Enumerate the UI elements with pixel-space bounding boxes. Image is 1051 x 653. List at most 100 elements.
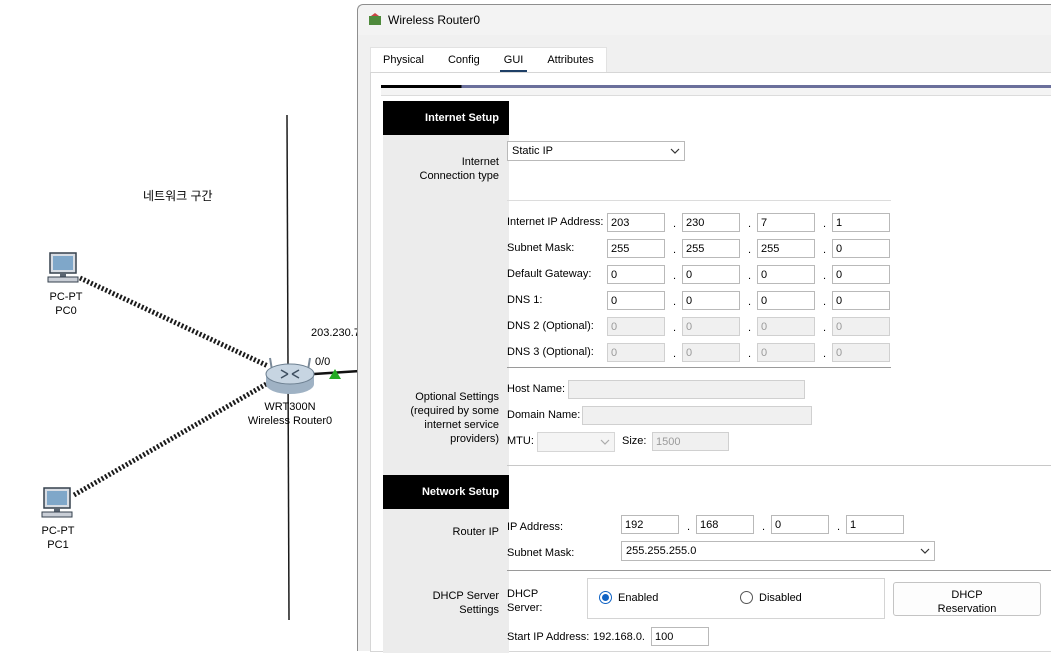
lan-subnet-mask-value: 255.255.255.0 xyxy=(626,545,697,557)
octet-separator: . xyxy=(748,218,752,230)
start-ip-prefix: 192.168.0. xyxy=(593,631,645,643)
start-ip-label: Start IP Address: xyxy=(507,631,590,643)
dns3-octet-3 xyxy=(757,343,815,362)
octet-separator: . xyxy=(673,322,677,334)
dns2-octet-2 xyxy=(682,317,740,336)
divider xyxy=(507,200,891,201)
dhcp-server-label: DHCP Server: xyxy=(507,588,543,614)
connection-type-value: Static IP xyxy=(512,145,553,157)
dhcp-reservation-button[interactable]: DHCP Reservation xyxy=(893,582,1041,616)
domain-name-label: Domain Name: xyxy=(507,409,581,421)
host-name-input xyxy=(568,380,805,399)
subnet-mask-octet-4[interactable] xyxy=(832,239,890,258)
gateway-octet-3[interactable] xyxy=(757,265,815,284)
dns1-octet-1[interactable] xyxy=(607,291,665,310)
tab-gui[interactable]: GUI xyxy=(492,48,536,73)
internet-ip-octet-3[interactable] xyxy=(757,213,815,232)
pc0-type: PC-PT xyxy=(49,291,83,303)
size-label: Size: xyxy=(622,435,647,447)
octet-separator: . xyxy=(673,218,677,230)
wireless-router-icon[interactable] xyxy=(264,356,316,396)
gateway-octet-1[interactable] xyxy=(607,265,665,284)
start-ip-input[interactable] xyxy=(651,627,709,646)
connection-type-select[interactable]: Static IP xyxy=(507,141,685,161)
router-ip-octet-1[interactable] xyxy=(621,515,679,534)
dns1-octet-2[interactable] xyxy=(682,291,740,310)
zone-label: 네트워크 구간 xyxy=(143,189,213,203)
router-name: Wireless Router0 xyxy=(247,415,333,427)
gui-subheader-bar xyxy=(381,88,1051,96)
router-ip-octet-3[interactable] xyxy=(771,515,829,534)
subnet-mask-octet-2[interactable] xyxy=(682,239,740,258)
mtu-select xyxy=(537,432,615,452)
internet-ip-octet-4[interactable] xyxy=(832,213,890,232)
lan-subnet-mask-select[interactable]: 255.255.255.0 xyxy=(621,541,935,561)
octet-separator: . xyxy=(673,348,677,360)
router-label: WRT300N Wireless Router0 xyxy=(244,400,336,428)
router-config-window[interactable]: Wireless Router0 Physical Config GUI Att… xyxy=(357,4,1051,653)
link-pc0-router xyxy=(78,275,270,369)
pc0-icon[interactable] xyxy=(46,251,80,285)
pc0-name: PC0 xyxy=(55,305,77,317)
gui-panel[interactable]: Internet Setup Internet Connection type … xyxy=(370,72,1051,653)
octet-separator: . xyxy=(748,270,752,282)
gateway-octet-2[interactable] xyxy=(682,265,740,284)
subnet-mask-label: Subnet Mask: xyxy=(507,242,575,254)
dns2-label: DNS 2 (Optional): xyxy=(507,320,594,332)
octet-separator: . xyxy=(673,244,677,256)
octet-separator: . xyxy=(748,322,752,334)
tab-attributes[interactable]: Attributes xyxy=(535,48,605,73)
octet-separator: . xyxy=(823,296,827,308)
pc1-name: PC1 xyxy=(47,539,69,551)
dhcp-enabled-radio[interactable] xyxy=(599,591,612,604)
router-model: WRT300N xyxy=(264,401,316,413)
dhcp-enabled-label: Enabled xyxy=(618,592,659,604)
chevron-down-icon xyxy=(920,548,930,554)
router-ip-octet-4[interactable] xyxy=(846,515,904,534)
host-name-label: Host Name: xyxy=(507,383,566,395)
dns1-octet-4[interactable] xyxy=(832,291,890,310)
octet-separator: . xyxy=(837,521,841,533)
subnet-mask-octet-3[interactable] xyxy=(757,239,815,258)
octet-separator: . xyxy=(762,521,766,533)
dns2-octet-3 xyxy=(757,317,815,336)
internet-ip-octet-2[interactable] xyxy=(682,213,740,232)
ip-address-label: IP Address: xyxy=(507,521,564,533)
dhcp-disabled-radio[interactable] xyxy=(740,591,753,604)
default-gateway-label: Default Gateway: xyxy=(507,268,592,280)
dns3-octet-2 xyxy=(682,343,740,362)
dns3-octet-4 xyxy=(832,343,890,362)
pc1-label: PC-PT PC1 xyxy=(38,524,78,552)
pc1-icon[interactable] xyxy=(40,486,74,520)
octet-separator: . xyxy=(673,270,677,282)
divider xyxy=(507,367,891,368)
dns1-octet-3[interactable] xyxy=(757,291,815,310)
gateway-octet-4[interactable] xyxy=(832,265,890,284)
dns1-label: DNS 1: xyxy=(507,294,543,306)
pc1-type: PC-PT xyxy=(41,525,75,537)
internet-setup-heading: Internet Setup xyxy=(383,101,509,135)
tab-config[interactable]: Config xyxy=(436,48,492,73)
octet-separator: . xyxy=(673,296,677,308)
octet-separator: . xyxy=(823,322,827,334)
port-label: 0/0 xyxy=(315,356,331,368)
link-layer xyxy=(72,114,360,621)
internet-ip-label: Internet IP Address: xyxy=(507,216,604,228)
dns3-label: DNS 3 (Optional): xyxy=(507,346,594,358)
mtu-size-input xyxy=(652,432,729,451)
tab-bar: Physical Config GUI Attributes xyxy=(370,47,607,73)
link-ip-label: 203.230.7 xyxy=(311,327,360,339)
mtu-label: MTU: xyxy=(507,435,534,447)
dhcp-disabled-label: Disabled xyxy=(759,592,802,604)
window-titlebar[interactable]: Wireless Router0 xyxy=(358,5,1051,35)
octet-separator: . xyxy=(823,244,827,256)
octet-separator: . xyxy=(823,348,827,360)
network-setup-heading: Network Setup xyxy=(383,475,509,509)
chevron-down-icon xyxy=(600,439,610,445)
octet-separator: . xyxy=(748,296,752,308)
router-ip-octet-2[interactable] xyxy=(696,515,754,534)
tab-physical[interactable]: Physical xyxy=(371,48,436,73)
subnet-mask-octet-1[interactable] xyxy=(607,239,665,258)
dns3-octet-1 xyxy=(607,343,665,362)
internet-ip-octet-1[interactable] xyxy=(607,213,665,232)
